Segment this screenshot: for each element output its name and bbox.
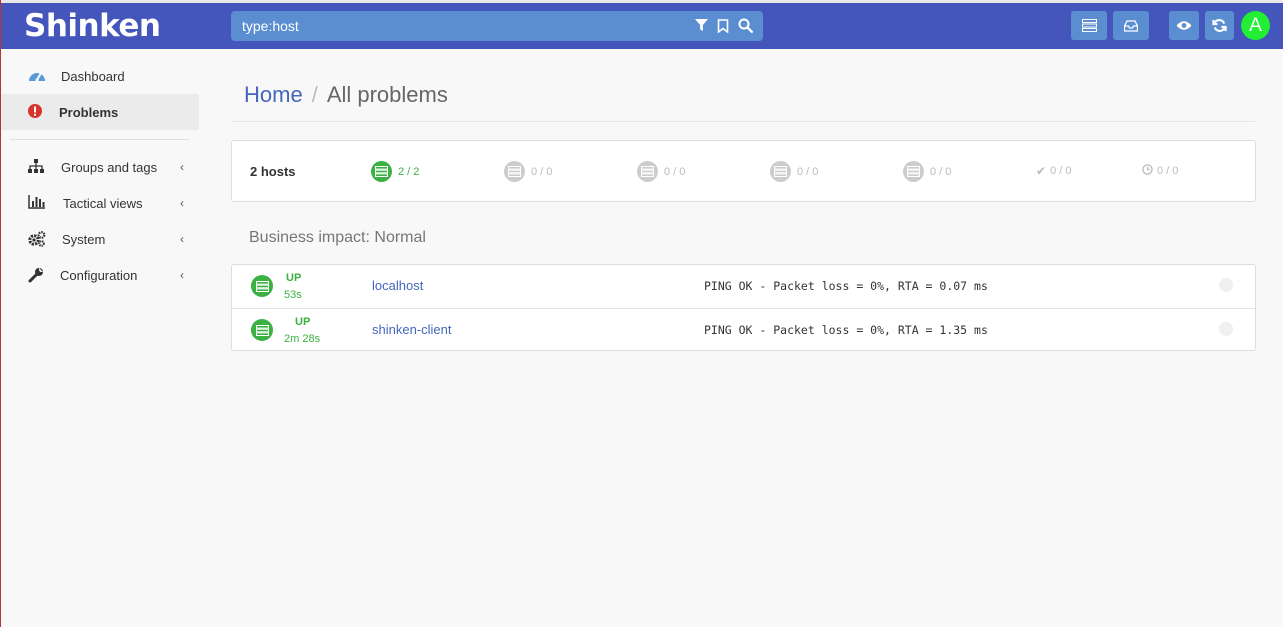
user-avatar[interactable]: A [1241,11,1270,40]
breadcrumb-separator: / [311,82,318,107]
chevron-left-icon: ‹ [180,232,184,246]
inbox-button[interactable] [1113,11,1149,40]
host-state: UP [295,316,311,328]
host-state: UP [286,272,302,284]
sidebar-item-configuration[interactable]: Configuration ‹ [0,257,199,293]
hosts-list-button[interactable] [1071,11,1107,40]
server-icon [371,161,392,182]
stat-value: 0 / 0 [1157,165,1179,177]
server-icon [251,319,273,341]
server-icon [504,161,525,182]
stat-value: 0 / 0 [664,165,686,178]
refresh-button[interactable] [1205,11,1234,40]
server-icon [903,161,924,182]
stat-value: 0 / 0 [531,165,553,178]
host-name-link[interactable]: shinken-client [372,322,452,337]
stat-acknowledged[interactable]: ✔ 0 / 0 [1036,164,1071,178]
host-name-link[interactable]: localhost [372,278,423,293]
breadcrumb-home-link[interactable]: Home [244,82,303,107]
window-left-edge [0,0,1,627]
clock-icon [1142,164,1153,178]
check-output: PING OK - Packet loss = 0%, RTA = 0.07 m… [704,279,988,293]
host-problems-list: UP 53s localhost PING OK - Packet loss =… [231,264,1256,351]
sidebar-item-label: Dashboard [61,69,125,84]
sidebar-item-label: Groups and tags [61,160,158,175]
refresh-icon [1212,19,1227,32]
cogs-icon [28,231,46,247]
search-icon[interactable] [738,18,753,33]
sitemap-icon [28,159,46,175]
row-action-toggle[interactable] [1219,322,1233,336]
sidebar-item-label: Problems [59,105,119,120]
sidebar-item-tactical-views[interactable]: Tactical views ‹ [0,185,199,221]
state-duration: 2m 28s [284,333,321,345]
business-impact-heading: Business impact: Normal [249,229,426,246]
toggle-view-button[interactable] [1169,11,1199,40]
state-duration: 53s [284,289,302,301]
page-title: All problems [326,82,448,107]
sidebar-item-dashboard[interactable]: Dashboard [0,58,199,94]
stat-up[interactable]: 2 / 2 [371,161,419,182]
stat-unreachable[interactable]: 0 / 0 [637,161,685,182]
server-icon [637,161,658,182]
stat-value: 2 / 2 [398,165,420,178]
stat-value: 0 / 0 [1050,165,1072,177]
problems-summary-panel: 2 hosts 2 / 2 0 / 0 0 / 0 0 / 0 0 / 0 ✔ … [231,140,1256,202]
bar-chart-icon [28,195,46,211]
inbox-icon [1124,19,1138,32]
server-icon [770,161,791,182]
row-action-toggle[interactable] [1219,278,1233,292]
stat-pending[interactable]: 0 / 0 [770,161,818,182]
wrench-icon [28,267,46,283]
sidebar-item-label: System [62,232,106,247]
check-output: PING OK - Packet loss = 0%, RTA = 1.35 m… [704,323,988,337]
search-input[interactable] [231,11,671,41]
sidebar-item-problems[interactable]: Problems [0,94,199,130]
chevron-left-icon: ‹ [180,268,184,282]
server-list-icon [1081,19,1097,32]
server-icon [251,275,273,297]
exclamation-icon [28,104,46,120]
bookmark-icon[interactable] [717,18,729,33]
sidebar: Dashboard Problems Groups and tags ‹ Tac… [0,49,199,293]
stat-value: 0 / 0 [797,165,819,178]
stat-value: 0 / 0 [930,165,952,178]
chevron-left-icon: ‹ [180,196,184,210]
breadcrumb: Home / All problems [244,82,448,108]
stat-downtime[interactable]: 0 / 0 [1142,164,1178,178]
table-row[interactable]: UP 53s localhost PING OK - Packet loss =… [232,265,1255,308]
brand-logo[interactable]: Shinken [24,8,161,44]
chevron-left-icon: ‹ [180,160,184,174]
table-row[interactable]: UP 2m 28s shinken-client PING OK - Packe… [232,308,1255,351]
sidebar-divider [10,139,189,140]
sidebar-item-label: Configuration [60,268,138,283]
filter-icon[interactable] [695,19,708,32]
hosts-count: 2 hosts [250,164,296,179]
top-navbar: Shinken A [0,3,1283,49]
eye-icon [1176,21,1192,30]
breadcrumb-divider [231,121,1255,122]
sidebar-item-system[interactable]: System ‹ [0,221,199,257]
sidebar-item-label: Tactical views [63,196,143,211]
search-box [231,11,763,41]
stat-unknown[interactable]: 0 / 0 [903,161,951,182]
check-icon: ✔ [1036,164,1047,178]
stat-down[interactable]: 0 / 0 [504,161,552,182]
dashboard-icon [28,68,46,84]
sidebar-item-groups-and-tags[interactable]: Groups and tags ‹ [0,149,199,185]
